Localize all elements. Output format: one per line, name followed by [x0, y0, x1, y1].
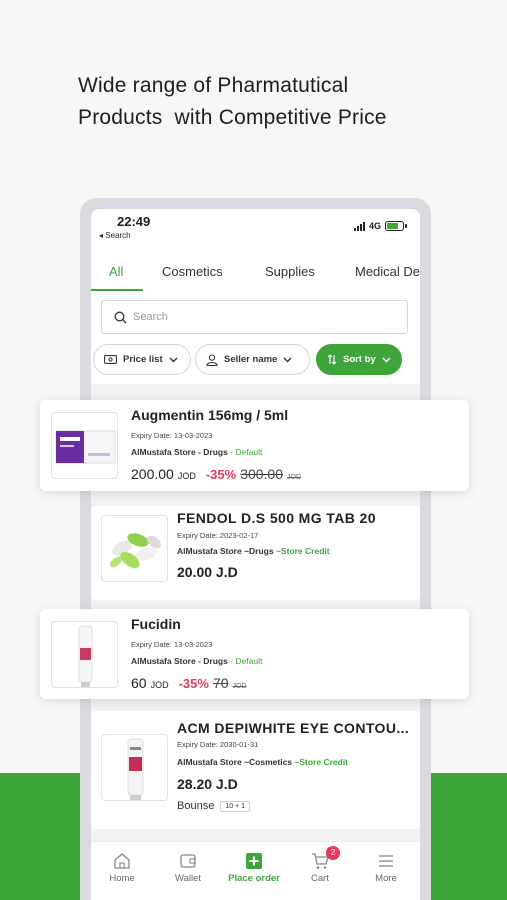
product-store: AlMustafa Store - Drugs - Default [131, 447, 262, 457]
screen-header: 22:49 ◂ Search 4G All Cosmetics Supplies… [91, 209, 420, 384]
old-price-currency: JOD [232, 683, 247, 690]
product-price: 60 [131, 675, 147, 691]
tab-medical-devices[interactable]: Medical De [355, 264, 420, 279]
product-price-row: 200.00 JOD -35% 300.00 JOD [131, 466, 301, 482]
price-list-filter[interactable]: Price list [93, 344, 191, 375]
app-screen: 22:49 ◂ Search 4G All Cosmetics Supplies… [91, 209, 420, 900]
sort-by-label: Sort by [343, 354, 376, 365]
nav-cart[interactable]: 2 Cart [290, 846, 350, 884]
tab-all[interactable]: All [109, 264, 123, 279]
menu-icon [379, 855, 393, 867]
product-expiry: Expiry Date: 13-03-2023 [131, 640, 213, 649]
product-image-augmentin [51, 412, 118, 479]
nav-more[interactable]: More [356, 852, 416, 884]
old-price: 70 [212, 675, 229, 691]
tube-image [127, 738, 144, 800]
store-tag: - Default [230, 656, 263, 666]
search-input[interactable] [133, 311, 383, 323]
home-icon [114, 853, 130, 869]
tab-cosmetics[interactable]: Cosmetics [162, 264, 223, 279]
product-name: ACM DEPIWHITE EYE CONTOU... [177, 720, 410, 736]
chevron-down-icon [283, 357, 292, 362]
money-icon [104, 355, 117, 364]
store-name: AlMustafa Store - Drugs [131, 447, 228, 457]
nav-home[interactable]: Home [92, 852, 152, 884]
nav-cart-label: Cart [311, 873, 329, 884]
seller-name-label: Seller name [224, 354, 278, 365]
battery-icon [385, 221, 407, 231]
old-price-currency: JOD [287, 474, 302, 481]
search-icon [114, 311, 127, 323]
promo-headline: Wide range of Pharmatutical Products wit… [78, 70, 478, 134]
product-store: AlMustafa Store ~Cosmetics ~Store Credit [177, 757, 348, 767]
cream-tube-image [78, 625, 93, 687]
product-image-fendol [101, 515, 168, 582]
product-expiry: Expiry Date: 13-03-2023 [131, 431, 213, 440]
headline-line-1: Wide range of Pharmatutical [78, 74, 349, 97]
chevron-down-icon [169, 357, 178, 362]
sort-icon [327, 354, 337, 365]
medicine-box-image [55, 430, 116, 464]
headline-line-2: Products with Competitive Price [78, 106, 387, 129]
store-tag: ~Store Credit [275, 546, 330, 556]
nav-wallet[interactable]: Wallet [158, 852, 218, 884]
product-price-row: 60 JOD -35% 70 JOD [131, 675, 247, 691]
category-tabs: All Cosmetics Supplies Medical De [91, 264, 420, 294]
product-card-fucidin[interactable]: Fucidin Expiry Date: 13-03-2023 AlMustaf… [40, 609, 469, 699]
nav-place-order[interactable]: Place order [224, 852, 284, 884]
chevron-down-icon [382, 357, 391, 362]
bonus-badge: 10 + 1 [220, 800, 250, 812]
product-name: Fucidin [131, 616, 181, 632]
wallet-icon [180, 854, 196, 868]
price-currency: JOD [150, 680, 169, 690]
bottom-navigation: Home Wallet Place order 2 Cart More [91, 841, 420, 900]
product-image-fucidin [51, 621, 118, 688]
product-name: FENDOL D.S 500 MG TAB 20 [177, 510, 376, 526]
store-name: AlMustafa Store ~Cosmetics [177, 757, 293, 767]
signal-icon [353, 221, 365, 231]
store-name: AlMustafa Store ~Drugs [177, 546, 274, 556]
store-name: AlMustafa Store - Drugs [131, 656, 228, 666]
nav-place-order-label: Place order [228, 873, 280, 884]
product-store: AlMustafa Store - Drugs - Default [131, 656, 262, 666]
back-to-search-link[interactable]: ◂ Search [99, 231, 131, 240]
product-card-acm[interactable]: ACM DEPIWHITE EYE CONTOU... Expiry Date:… [91, 711, 420, 829]
search-box [101, 300, 408, 334]
tab-supplies[interactable]: Supplies [265, 264, 315, 279]
product-card-augmentin[interactable]: Augmentin 156mg / 5ml Expiry Date: 13-03… [40, 400, 469, 491]
product-price: 20.00 J.D [177, 564, 238, 580]
seller-name-filter[interactable]: Seller name [195, 344, 310, 375]
price-currency: JOD [177, 471, 196, 481]
discount-badge: -35% [178, 676, 209, 691]
status-indicators: 4G [353, 221, 407, 231]
product-store: AlMustafa Store ~Drugs ~Store Credit [177, 546, 330, 556]
bonus-label: Bounse [177, 800, 215, 812]
old-price: 300.00 [240, 466, 284, 482]
person-icon [206, 353, 218, 366]
product-price: 200.00 [131, 466, 174, 482]
store-tag: - Default [230, 447, 263, 457]
product-expiry: Expiry Date: 2030-01-31 [177, 740, 259, 749]
network-label: 4G [368, 221, 381, 231]
active-tab-indicator [91, 289, 143, 291]
product-price: 28.20 J.D [177, 776, 238, 792]
price-list-label: Price list [123, 354, 163, 365]
product-card-fendol[interactable]: FENDOL D.S 500 MG TAB 20 Expiry Date: 20… [91, 506, 420, 600]
product-image-acm [101, 734, 168, 801]
bonus-row: Bounse 10 + 1 [177, 800, 250, 812]
pills-image [110, 533, 161, 568]
nav-home-label: Home [109, 873, 135, 884]
product-expiry: Expiry Date: 2023-02-17 [177, 531, 259, 540]
nav-wallet-label: Wallet [174, 873, 202, 884]
plus-square-icon [246, 853, 262, 869]
status-time: 22:49 [117, 214, 151, 229]
product-name: Augmentin 156mg / 5ml [131, 407, 289, 423]
store-tag: ~Store Credit [294, 757, 349, 767]
nav-more-label: More [375, 873, 397, 884]
discount-badge: -35% [205, 467, 237, 482]
cart-count-badge: 2 [326, 846, 340, 860]
sort-by-button[interactable]: Sort by [316, 344, 402, 375]
